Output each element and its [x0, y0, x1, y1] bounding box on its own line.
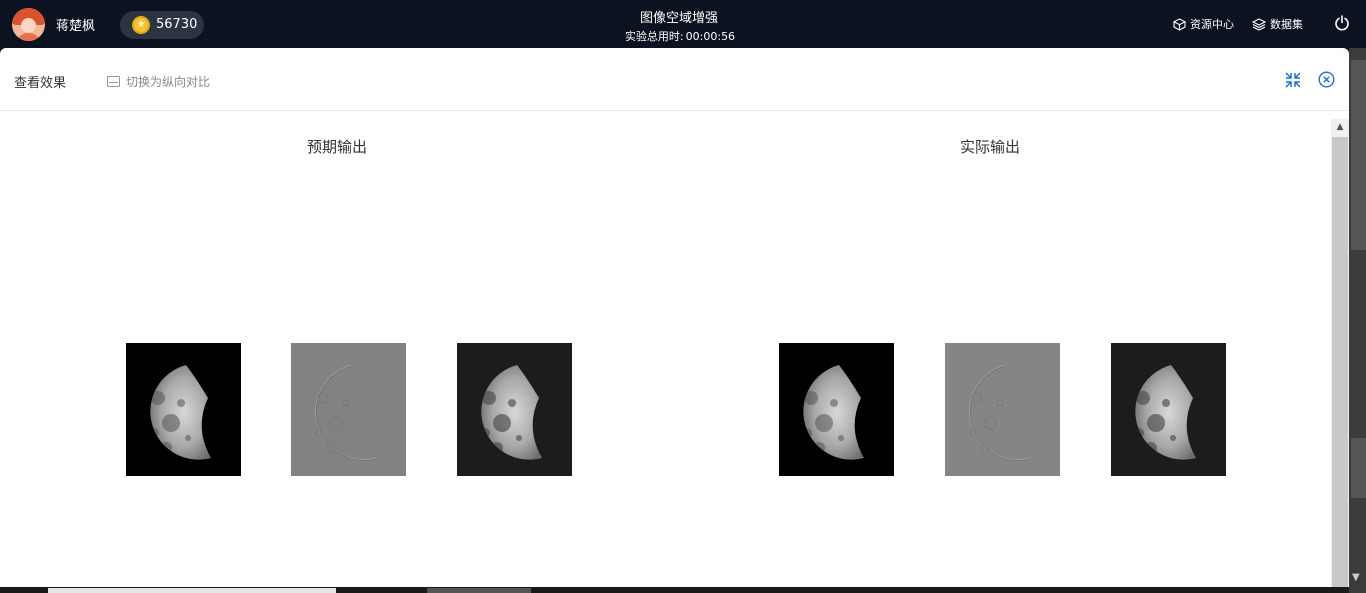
timer-label: 实验总用时:: [624, 30, 684, 43]
switch-label: 切换为纵向对比: [126, 75, 211, 89]
expected-image-enhanced: [457, 343, 572, 476]
switch-icon: [107, 76, 120, 87]
timer-value: 00:00:56: [685, 30, 736, 43]
experiment-timer: 实验总用时: 00:00:56: [0, 28, 1358, 44]
close-circle-icon[interactable]: [1318, 71, 1335, 88]
expected-image-laplacian: [291, 343, 406, 476]
resource-center-link[interactable]: 资源中心: [1173, 16, 1234, 32]
expected-image-original: [126, 343, 241, 476]
taskbar-strip: [0, 587, 1349, 593]
layers-icon: [1252, 17, 1266, 31]
switch-vertical-compare-button[interactable]: 切换为纵向对比: [107, 73, 210, 90]
scroll-down-icon[interactable]: ▼: [1352, 572, 1360, 583]
view-result-dialog: 查看效果 切换为纵向对比 预期输出 实际输出 ▲: [0, 48, 1349, 588]
shrink-icon[interactable]: [1285, 72, 1301, 88]
cube-icon: [1173, 17, 1186, 31]
power-icon[interactable]: [1334, 15, 1350, 31]
actual-output-title: 实际输出: [960, 138, 1021, 156]
dialog-title: 查看效果: [14, 76, 67, 91]
dataset-link[interactable]: 数据集: [1252, 16, 1303, 32]
actual-image-laplacian: [945, 343, 1060, 476]
scroll-up-icon[interactable]: ▲: [1333, 120, 1347, 134]
actual-image-enhanced: [1111, 343, 1226, 476]
page-title: 图像空域增强: [639, 11, 718, 26]
expected-output-title: 预期输出: [307, 138, 368, 156]
dialog-header: 查看效果 切换为纵向对比: [0, 48, 1349, 111]
resource-center-label: 资源中心: [1190, 18, 1234, 31]
scrollbar-thumb[interactable]: [1332, 137, 1348, 588]
actual-image-original: [779, 343, 894, 476]
dataset-label: 数据集: [1270, 18, 1303, 31]
background-panel: [1349, 48, 1366, 593]
top-bar: 蒋楚枫 ★ 56730 图像空域增强 实验总用时: 00:00:56 资源中心 数…: [0, 0, 1366, 48]
